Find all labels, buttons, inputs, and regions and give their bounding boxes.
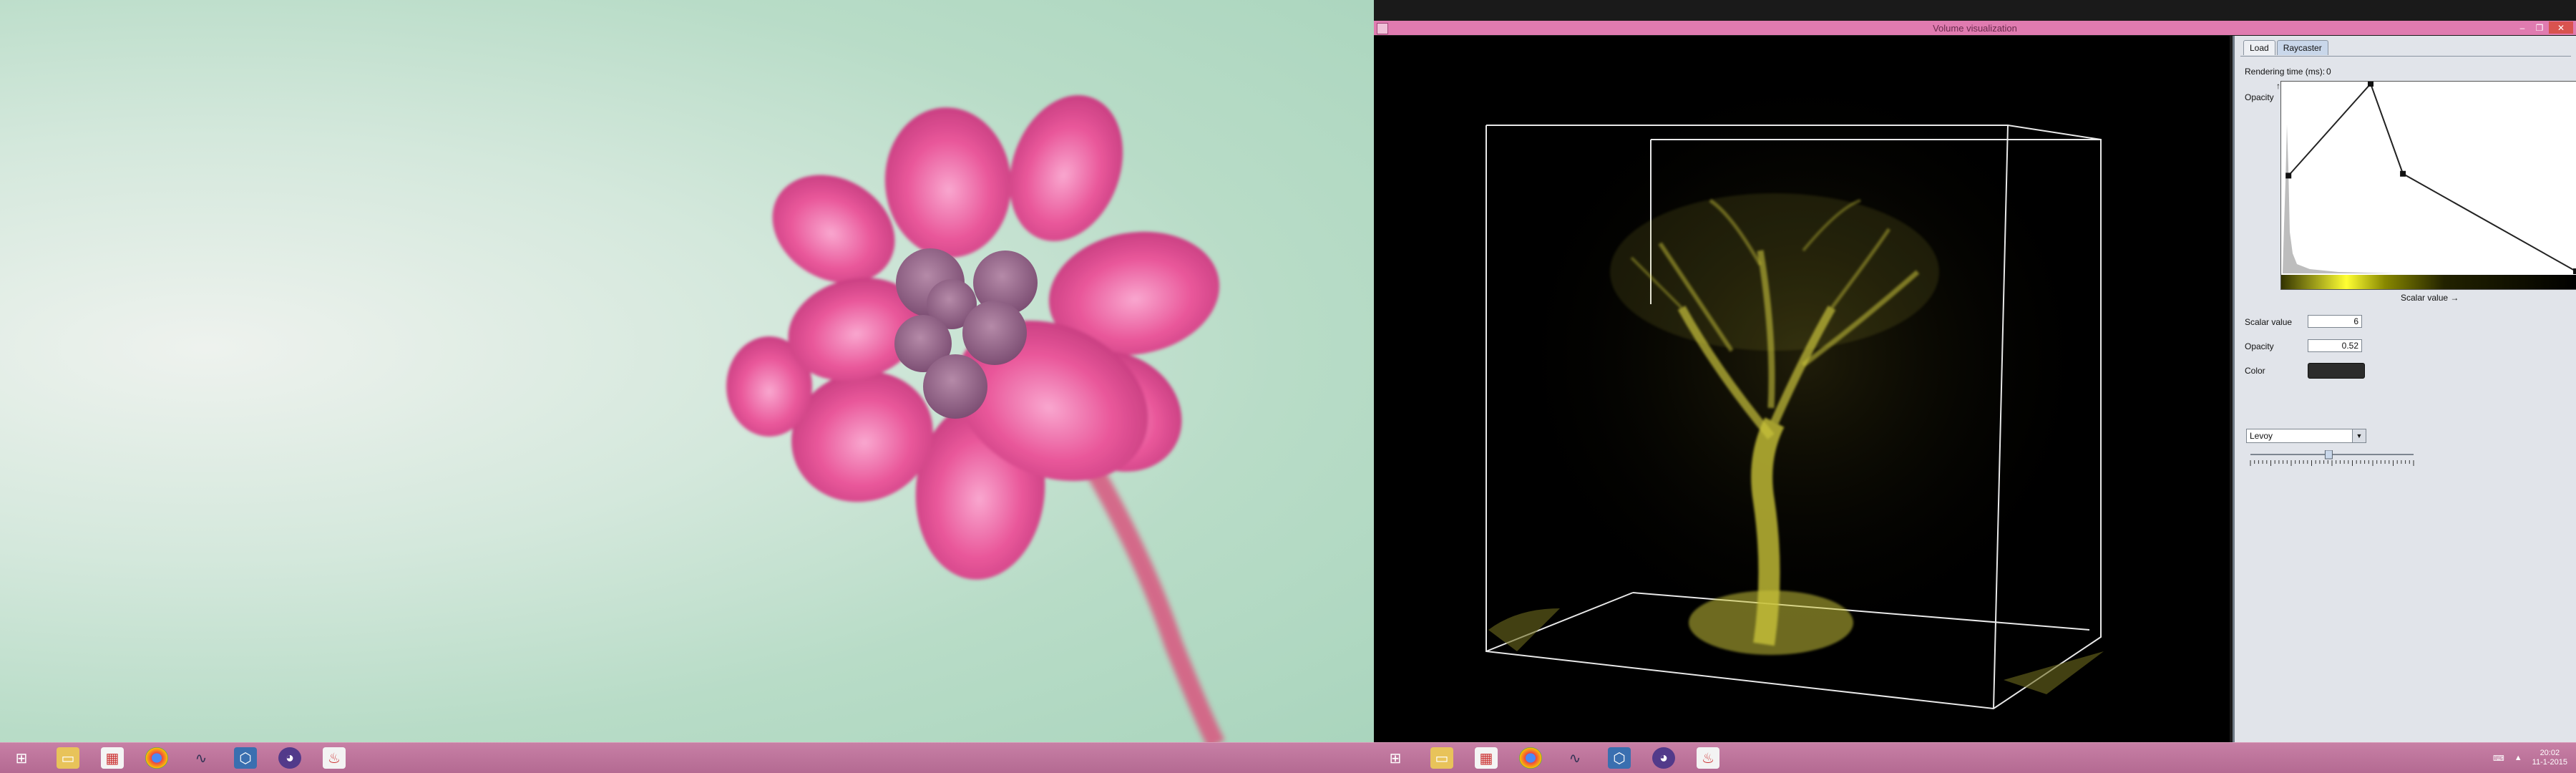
system-tray: ⌨ ▲ 20:02 11-1-2015: [2493, 743, 2567, 773]
graph-tool-icon: ∿: [1568, 750, 1581, 767]
preset-dropdown-value: Levoy: [2250, 431, 2273, 441]
scalar-axis-label: Scalar value →: [2401, 293, 2459, 303]
keyboard-icon[interactable]: ⌨: [2493, 754, 2504, 763]
control-point[interactable]: [2400, 170, 2406, 177]
color-gradient-bar: [2281, 275, 2576, 289]
taskbar-graph-tool-right[interactable]: ∿: [1556, 744, 1594, 772]
control-point[interactable]: [2573, 268, 2576, 274]
clock-date: 11-1-2015: [2532, 758, 2567, 767]
tab-bar: Load Raycaster: [2243, 40, 2328, 55]
tab-load[interactable]: Load: [2243, 40, 2275, 55]
file-explorer-icon: ▭: [1430, 747, 1453, 769]
java-app-icon: ♨: [323, 747, 346, 769]
control-point[interactable]: [2285, 172, 2292, 179]
transfer-function-editor[interactable]: [2280, 81, 2576, 290]
windows-start-icon: ⊞: [1389, 750, 1402, 767]
taskbar-cat-app-right[interactable]: ◕: [1644, 744, 1683, 772]
scalar-value-label: Scalar value: [2245, 317, 2293, 327]
taskbar-app-grid-right[interactable]: ▦: [1467, 744, 1506, 772]
chrome-icon: [1519, 747, 1542, 769]
slider-thumb[interactable]: [2324, 450, 2333, 460]
taskbar-chrome[interactable]: [137, 744, 176, 772]
taskbar-chrome-right[interactable]: [1511, 744, 1550, 772]
rendering-time-value: 0: [2326, 67, 2331, 77]
virtualbox-icon: ⬡: [1608, 747, 1631, 769]
right-monitor: Volume visualization – ❐ ✕ Load Raycaste…: [1374, 0, 2576, 773]
close-button[interactable]: ✕: [2549, 21, 2573, 34]
taskbar-cat-app[interactable]: ◕: [270, 744, 309, 772]
rendering-time-label: Rendering time (ms):: [2245, 67, 2326, 77]
clock-time: 20:02: [2540, 749, 2560, 757]
volume-render: [1485, 57, 2104, 710]
windows-start-icon: ⊞: [15, 750, 28, 767]
left-monitor-desktop: ⊞ ▭ ▦ ∿ ⬡ ◕ ♨: [0, 0, 1374, 773]
app-grid-icon: ▦: [101, 747, 124, 769]
taskbar-app-grid[interactable]: ▦: [93, 744, 132, 772]
app-grid-icon: ▦: [1475, 747, 1498, 769]
chevron-down-icon: ▼: [2352, 429, 2366, 442]
tree-base: [1689, 590, 1853, 655]
render-viewport[interactable]: [1374, 36, 2230, 743]
opacity-label: Opacity: [2245, 341, 2274, 351]
start-button-right[interactable]: ⊞: [1374, 744, 1417, 772]
taskbar-left: ⊞ ▭ ▦ ∿ ⬡ ◕ ♨: [0, 742, 1374, 773]
graph-tool-icon: ∿: [195, 750, 208, 767]
scalar-value-field[interactable]: 6: [2308, 315, 2362, 328]
window-title: Volume visualization: [1933, 22, 2017, 34]
preset-slider[interactable]: [2246, 450, 2418, 467]
preset-dropdown[interactable]: Levoy ▼: [2246, 429, 2366, 443]
tray-expand-icon[interactable]: ▲: [2514, 754, 2522, 762]
cat-app-icon: ◕: [278, 747, 301, 769]
java-app-icon: ♨: [1697, 747, 1719, 769]
taskbar-file-explorer-right[interactable]: ▭: [1423, 744, 1461, 772]
control-point[interactable]: [2368, 81, 2373, 87]
taskbar-virtualbox-right[interactable]: ⬡: [1600, 744, 1639, 772]
virtualbox-icon: ⬡: [234, 747, 257, 769]
taskbar-java-app[interactable]: ♨: [315, 744, 353, 772]
maximize-button[interactable]: ❐: [2532, 21, 2547, 34]
color-label: Color: [2245, 366, 2265, 376]
opacity-field[interactable]: 0.52: [2308, 339, 2362, 352]
chrome-icon: [145, 747, 168, 769]
taskbar-java-app-right[interactable]: ♨: [1689, 744, 1727, 772]
color-picker-button[interactable]: [2308, 363, 2365, 379]
control-panel: Load Raycaster Rendering time (ms): 0 ↑ …: [2233, 36, 2576, 743]
window-title-bar[interactable]: Volume visualization – ❐ ✕: [1374, 21, 2576, 35]
minimize-button[interactable]: –: [2514, 21, 2530, 34]
start-button[interactable]: ⊞: [0, 744, 43, 772]
cat-app-icon: ◕: [1652, 747, 1675, 769]
wallpaper-flower: [726, 95, 1225, 744]
opacity-axis-label: Opacity: [2245, 92, 2274, 102]
tab-raycaster[interactable]: Raycaster: [2276, 40, 2328, 55]
taskbar-right: ⊞ ▭ ▦ ∿ ⬡ ◕ ♨ ⌨ ▲ 20:02 11-1-2015: [1374, 742, 2576, 773]
raycaster-tab-content: Rendering time (ms): 0 ↑ Opacity Scalar …: [2240, 56, 2576, 736]
file-explorer-icon: ▭: [57, 747, 79, 769]
taskbar-virtualbox[interactable]: ⬡: [226, 744, 265, 772]
app-window-icon: [1377, 23, 1388, 34]
taskbar-file-explorer[interactable]: ▭: [49, 744, 87, 772]
taskbar-graph-tool[interactable]: ∿: [182, 744, 220, 772]
clock[interactable]: 20:02 11-1-2015: [2532, 749, 2567, 767]
